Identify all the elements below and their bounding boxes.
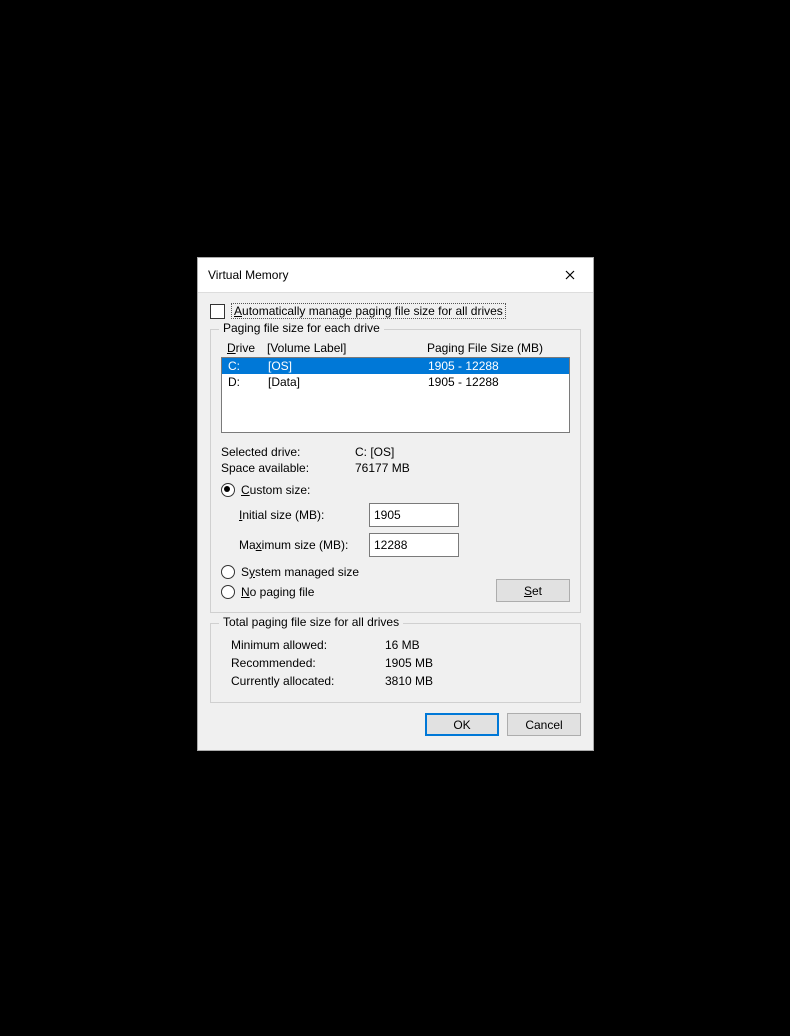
maximum-size-input[interactable]: [369, 533, 459, 557]
per-drive-group-title: Paging file size for each drive: [219, 321, 384, 335]
radio-system-label: System managed size: [241, 565, 359, 579]
radio-none-label: No paging file: [241, 585, 314, 599]
header-paging: Paging File Size (MB): [427, 341, 564, 355]
recommended-value: 1905 MB: [385, 656, 433, 670]
recommended-row: Recommended: 1905 MB: [221, 656, 570, 670]
totals-group-title: Total paging file size for all drives: [219, 615, 403, 629]
drive-list-row[interactable]: D: [Data] 1905 - 12288: [222, 374, 569, 390]
initial-size-label: Initial size (MB):: [239, 508, 359, 522]
maximum-size-label: Maximum size (MB):: [239, 538, 359, 552]
currently-allocated-value: 3810 MB: [385, 674, 433, 688]
row-drive: D:: [228, 375, 268, 389]
selected-drive-value: C: [OS]: [355, 445, 394, 459]
radio-custom-label: Custom size:: [241, 483, 310, 497]
radio-icon: [221, 483, 235, 497]
currently-allocated-label: Currently allocated:: [231, 674, 381, 688]
close-button[interactable]: [553, 264, 587, 286]
cancel-button[interactable]: Cancel: [507, 713, 581, 736]
row-volume: [OS]: [268, 359, 428, 373]
set-button[interactable]: Set: [496, 579, 570, 602]
auto-manage-label[interactable]: Automatically manage paging file size fo…: [231, 303, 506, 319]
row-paging: 1905 - 12288: [428, 359, 563, 373]
dialog-title: Virtual Memory: [208, 268, 288, 282]
totals-group: Total paging file size for all drives Mi…: [210, 623, 581, 703]
per-drive-group: Paging file size for each drive Drive [V…: [210, 329, 581, 613]
drive-listbox[interactable]: C: [OS] 1905 - 12288 D: [Data] 1905 - 12…: [221, 357, 570, 433]
header-volume: [Volume Label]: [267, 341, 427, 355]
recommended-label: Recommended:: [231, 656, 381, 670]
minimum-allowed-row: Minimum allowed: 16 MB: [221, 638, 570, 652]
row-paging: 1905 - 12288: [428, 375, 563, 389]
selected-drive-row: Selected drive: C: [OS]: [221, 445, 570, 459]
close-icon: [565, 270, 575, 280]
radio-system-managed[interactable]: System managed size: [221, 565, 570, 579]
drive-list-headers: Drive [Volume Label] Paging File Size (M…: [221, 340, 570, 357]
radio-icon: [221, 585, 235, 599]
minimum-allowed-value: 16 MB: [385, 638, 420, 652]
row-volume: [Data]: [268, 375, 428, 389]
minimum-allowed-label: Minimum allowed:: [231, 638, 381, 652]
currently-allocated-row: Currently allocated: 3810 MB: [221, 674, 570, 688]
space-available-label: Space available:: [221, 461, 351, 475]
row-drive: C:: [228, 359, 268, 373]
dialog-footer: OK Cancel: [210, 713, 581, 738]
drive-list-row[interactable]: C: [OS] 1905 - 12288: [222, 358, 569, 374]
ok-button[interactable]: OK: [425, 713, 499, 736]
radio-custom-size[interactable]: Custom size:: [221, 483, 570, 497]
titlebar: Virtual Memory: [198, 258, 593, 293]
radio-icon: [221, 565, 235, 579]
auto-manage-checkbox[interactable]: [210, 304, 225, 319]
space-available-value: 76177 MB: [355, 461, 410, 475]
selected-drive-label: Selected drive:: [221, 445, 351, 459]
initial-size-input[interactable]: [369, 503, 459, 527]
space-available-row: Space available: 76177 MB: [221, 461, 570, 475]
virtual-memory-dialog: Virtual Memory Automatically manage pagi…: [197, 257, 594, 751]
header-drive: Drive: [227, 341, 267, 355]
